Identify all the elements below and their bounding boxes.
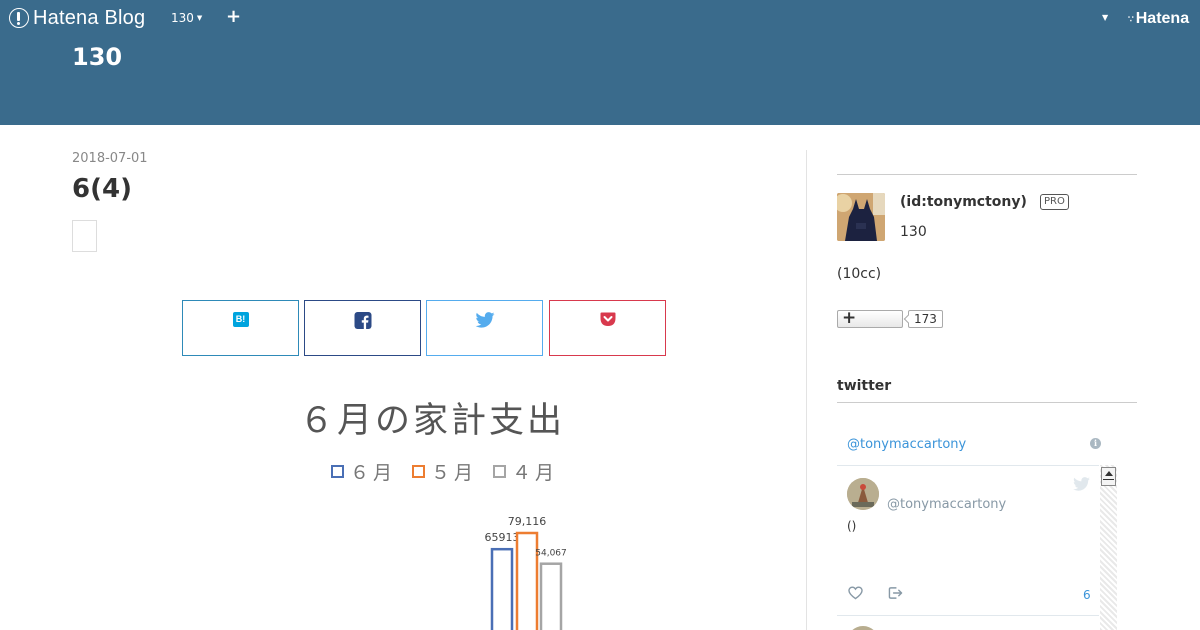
bar-label-2: 54,067 xyxy=(535,549,567,559)
profile-description: (10cc) xyxy=(837,266,882,282)
profile-avatar-image xyxy=(837,193,885,241)
share-hatena-bookmark-button[interactable]: B! xyxy=(182,300,299,356)
like-heart-icon[interactable] xyxy=(848,586,863,600)
timeline-separator xyxy=(837,465,1099,466)
timeline-scrollbar[interactable] xyxy=(1100,465,1117,630)
entry-title[interactable]: 6(4) xyxy=(72,174,132,204)
profile-name[interactable]: (id:tonymctony) xyxy=(900,194,1027,210)
legend-item-june: ６月 xyxy=(331,458,396,485)
plus-icon: + xyxy=(842,308,857,328)
legend-label-april: ４月 xyxy=(512,462,559,484)
chart-title: ６月の家計支出 xyxy=(298,401,565,441)
hatena-blog-logo[interactable]: Hatena Blog xyxy=(9,7,145,29)
share-twitter-button[interactable] xyxy=(426,300,543,356)
legend-label-june: ６月 xyxy=(350,462,397,484)
reader-count-badge[interactable]: 173 xyxy=(908,310,943,328)
expense-bar-chart: 65913 79,116 54,067 xyxy=(485,515,567,630)
scroll-up-icon[interactable] xyxy=(1101,467,1116,486)
facebook-icon xyxy=(354,312,371,329)
legend-swatch-april xyxy=(493,465,507,478)
bar-0 xyxy=(490,547,514,630)
entry-date[interactable]: 2018-07-01 xyxy=(72,151,148,166)
new-post-button[interactable]: + xyxy=(226,6,241,27)
global-topbar: Hatena Blog 130 ▼ + ▼ ∵ Hatena xyxy=(0,0,1200,38)
bar-label-1: 79,116 xyxy=(508,515,547,528)
pro-badge: PRO xyxy=(1040,194,1069,210)
tweet-author-handle[interactable]: @tonymaccartony xyxy=(887,497,1006,512)
legend-swatch-may xyxy=(412,465,426,478)
chart-legend: ６月 ５月 ４月 xyxy=(331,458,558,485)
blog-header: Hatena Blog 130 ▼ + ▼ ∵ Hatena 130 xyxy=(0,0,1200,125)
hatena-blog-logo-text: Hatena Blog xyxy=(33,6,146,29)
twitter-bird-icon[interactable] xyxy=(1073,477,1090,491)
caret-down-icon: ▼ xyxy=(196,14,203,22)
twitter-timeline-widget: @tonymaccartony i @tonymaccartony () 6 xyxy=(837,427,1117,630)
hatena-logo-icon: ∵ xyxy=(1128,13,1134,24)
blog-selector[interactable]: 130 ▼ xyxy=(171,11,202,25)
share-icon[interactable] xyxy=(888,586,903,600)
hatena-logo-text: Hatena xyxy=(1135,10,1190,27)
subscribe-reader-button[interactable]: + xyxy=(837,308,903,328)
bar-1 xyxy=(515,531,539,630)
tweet-author-avatar-image xyxy=(847,478,879,510)
add-star-button[interactable] xyxy=(72,220,97,252)
hatena-blog-logo-icon xyxy=(9,8,29,28)
blog-selector-label: 130 xyxy=(171,11,194,25)
twitter-timeline-handle[interactable]: @tonymaccartony xyxy=(847,437,966,452)
info-icon[interactable]: i xyxy=(1090,438,1101,449)
tweet-separator xyxy=(837,615,1099,616)
profile-blog-name: 130 xyxy=(900,224,927,240)
user-menu-caret-icon[interactable]: ▼ xyxy=(1102,13,1108,22)
sidebar-divider xyxy=(837,174,1137,175)
tweet-author-avatar[interactable] xyxy=(847,478,879,510)
legend-item-april: ４月 xyxy=(493,458,558,485)
hatena-logo[interactable]: ∵ Hatena xyxy=(1128,10,1189,28)
twitter-module-heading: twitter xyxy=(837,378,892,394)
next-tweet-avatar[interactable] xyxy=(847,626,879,630)
tweet-like-count[interactable]: 6 xyxy=(1083,588,1091,602)
tweet-text: () xyxy=(847,519,857,533)
profile-avatar[interactable] xyxy=(837,193,885,241)
legend-label-may: ５月 xyxy=(431,462,478,484)
twitter-bird-icon xyxy=(475,312,494,328)
pocket-icon xyxy=(600,312,615,326)
column-divider xyxy=(806,150,807,630)
bar-2 xyxy=(539,562,563,630)
legend-item-may: ５月 xyxy=(412,458,477,485)
legend-swatch-june xyxy=(331,465,344,478)
share-pocket-button[interactable] xyxy=(549,300,666,356)
share-facebook-button[interactable] xyxy=(304,300,421,356)
bar-label-0: 65913 xyxy=(485,531,520,544)
twitter-module-divider xyxy=(837,402,1137,403)
blog-title[interactable]: 130 xyxy=(72,43,122,71)
hatena-bookmark-icon: B! xyxy=(232,312,249,327)
